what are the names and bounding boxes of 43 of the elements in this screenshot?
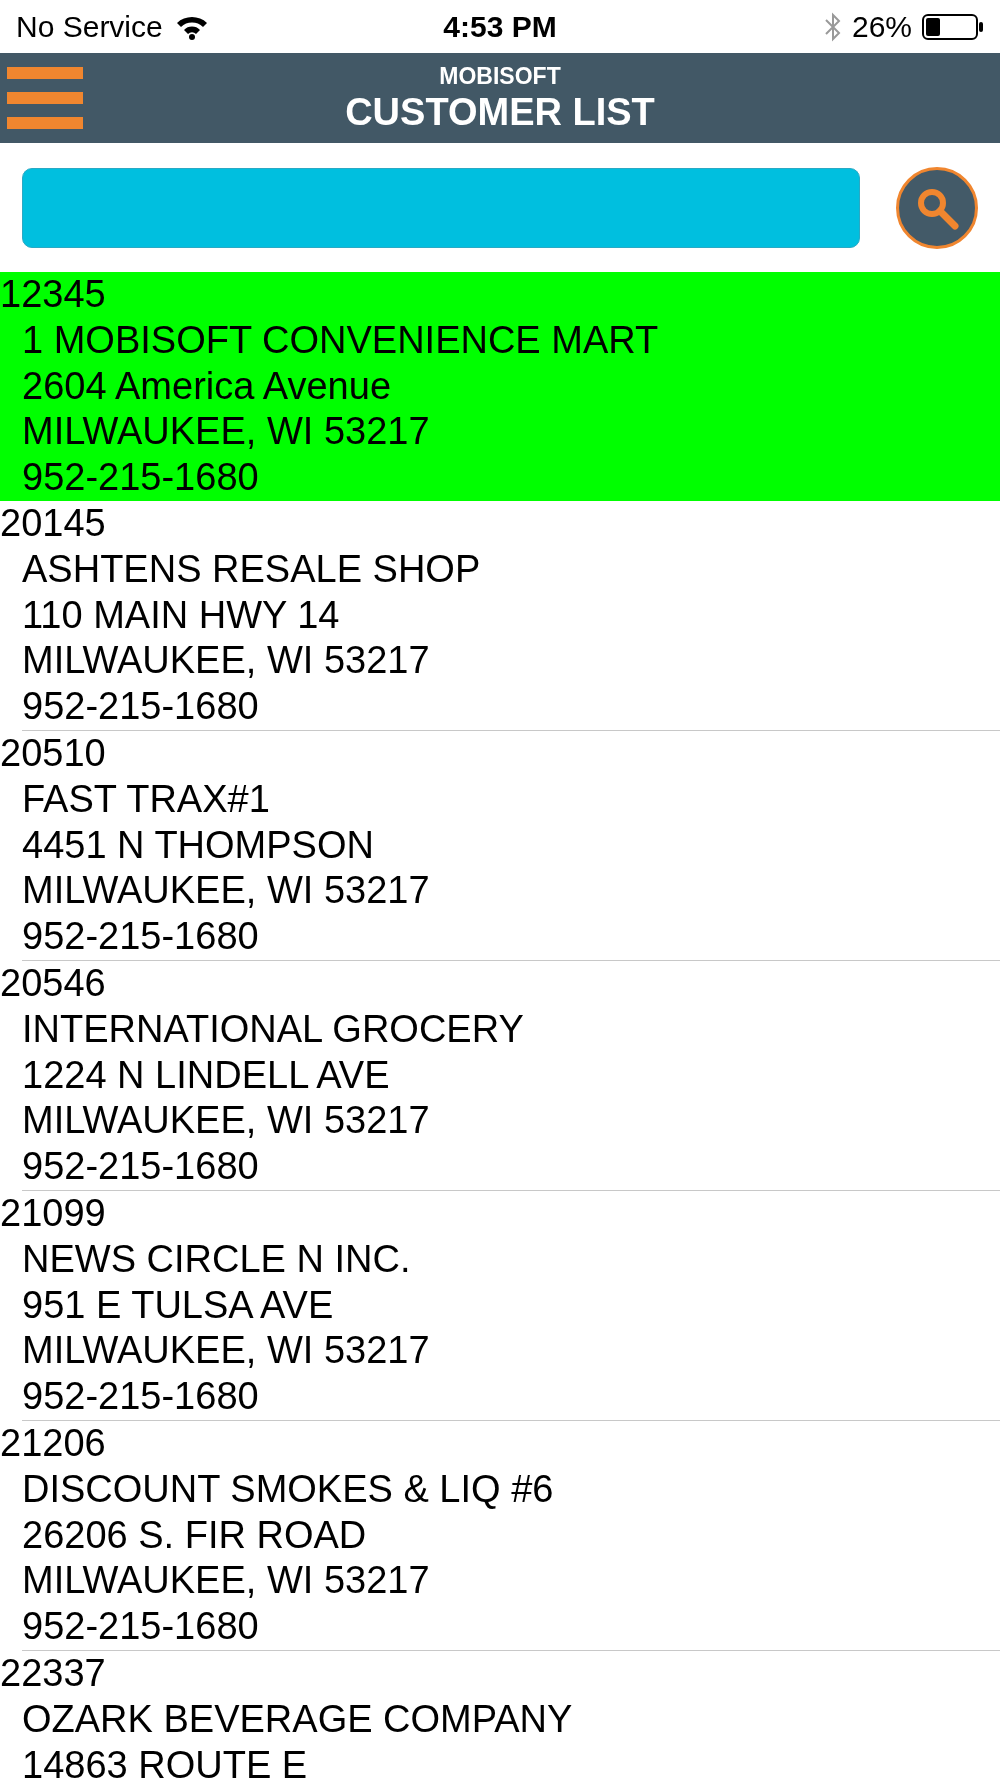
customer-name: ASHTENS RESALE SHOP xyxy=(22,546,481,592)
customer-city: MILWAUKEE, WI 53217 xyxy=(22,409,430,455)
screen-title: CUSTOMER LIST xyxy=(345,90,655,134)
customer-phone: 952-215-1680 xyxy=(22,1144,259,1190)
customer-street: 110 MAIN HWY 14 xyxy=(22,592,340,638)
customer-id: 20145 xyxy=(0,501,106,546)
search-field[interactable] xyxy=(22,167,860,248)
clock: 4:53 PM xyxy=(443,9,557,45)
customer-street: 4451 N THOMPSON xyxy=(22,822,374,868)
customer-city: MILWAUKEE, WI 53217 xyxy=(22,1328,430,1374)
customer-id: 20510 xyxy=(0,730,106,776)
customer-id: 21206 xyxy=(0,1420,106,1466)
customer-phone: 952-215-1680 xyxy=(22,684,259,730)
customer-phone: 952-215-1680 xyxy=(22,1374,259,1420)
app-name: MOBISOFT xyxy=(439,62,561,90)
customer-id: 20546 xyxy=(0,960,106,1006)
customer-id: 22337 xyxy=(0,1650,106,1696)
customer-street: 14863 ROUTE E xyxy=(22,1742,308,1778)
customer-city: MILWAUKEE, WI 53217 xyxy=(22,868,430,914)
customer-phone: 952-215-1680 xyxy=(22,455,259,501)
customer-id: 21099 xyxy=(0,1190,106,1236)
customer-name: OZARK BEVERAGE COMPANY xyxy=(22,1696,573,1742)
customer-city: MILWAUKEE, WI 53217 xyxy=(22,638,430,684)
customer-name: DISCOUNT SMOKES & LIQ #6 xyxy=(22,1466,554,1512)
customer-name: INTERNATIONAL GROCERY xyxy=(22,1006,524,1052)
customer-phone: 952-215-1680 xyxy=(22,914,259,960)
customer-row[interactable]: 12345 1 MOBISOFT CONVENIENCE MART 2604 America Avenue MILWAUKEE, WI 53217 952-215-1680 xyxy=(0,272,1000,501)
customer-name: FAST TRAX#1 xyxy=(22,776,270,822)
customer-name: NEWS CIRCLE N INC. xyxy=(22,1236,411,1282)
customer-city: MILWAUKEE, WI 53217 xyxy=(22,1558,430,1604)
carrier-label: No Service xyxy=(16,9,163,45)
customer-city: MILWAUKEE, WI 53217 xyxy=(22,1098,430,1144)
customer-street: 26206 S. FIR ROAD xyxy=(22,1512,367,1558)
customer-street: 951 E TULSA AVE xyxy=(22,1282,334,1328)
customer-name: 1 MOBISOFT CONVENIENCE MART xyxy=(22,317,659,363)
customer-id: 12345 xyxy=(0,272,106,317)
menu-button[interactable] xyxy=(7,67,83,129)
bluetooth-icon xyxy=(823,10,842,43)
customer-street: 1224 N LINDELL AVE xyxy=(22,1052,390,1098)
battery-percent: 26% xyxy=(851,9,912,45)
customer-phone: 952-215-1680 xyxy=(22,1604,259,1650)
customer-street: 2604 America Avenue xyxy=(22,363,391,409)
battery-icon xyxy=(922,13,984,40)
